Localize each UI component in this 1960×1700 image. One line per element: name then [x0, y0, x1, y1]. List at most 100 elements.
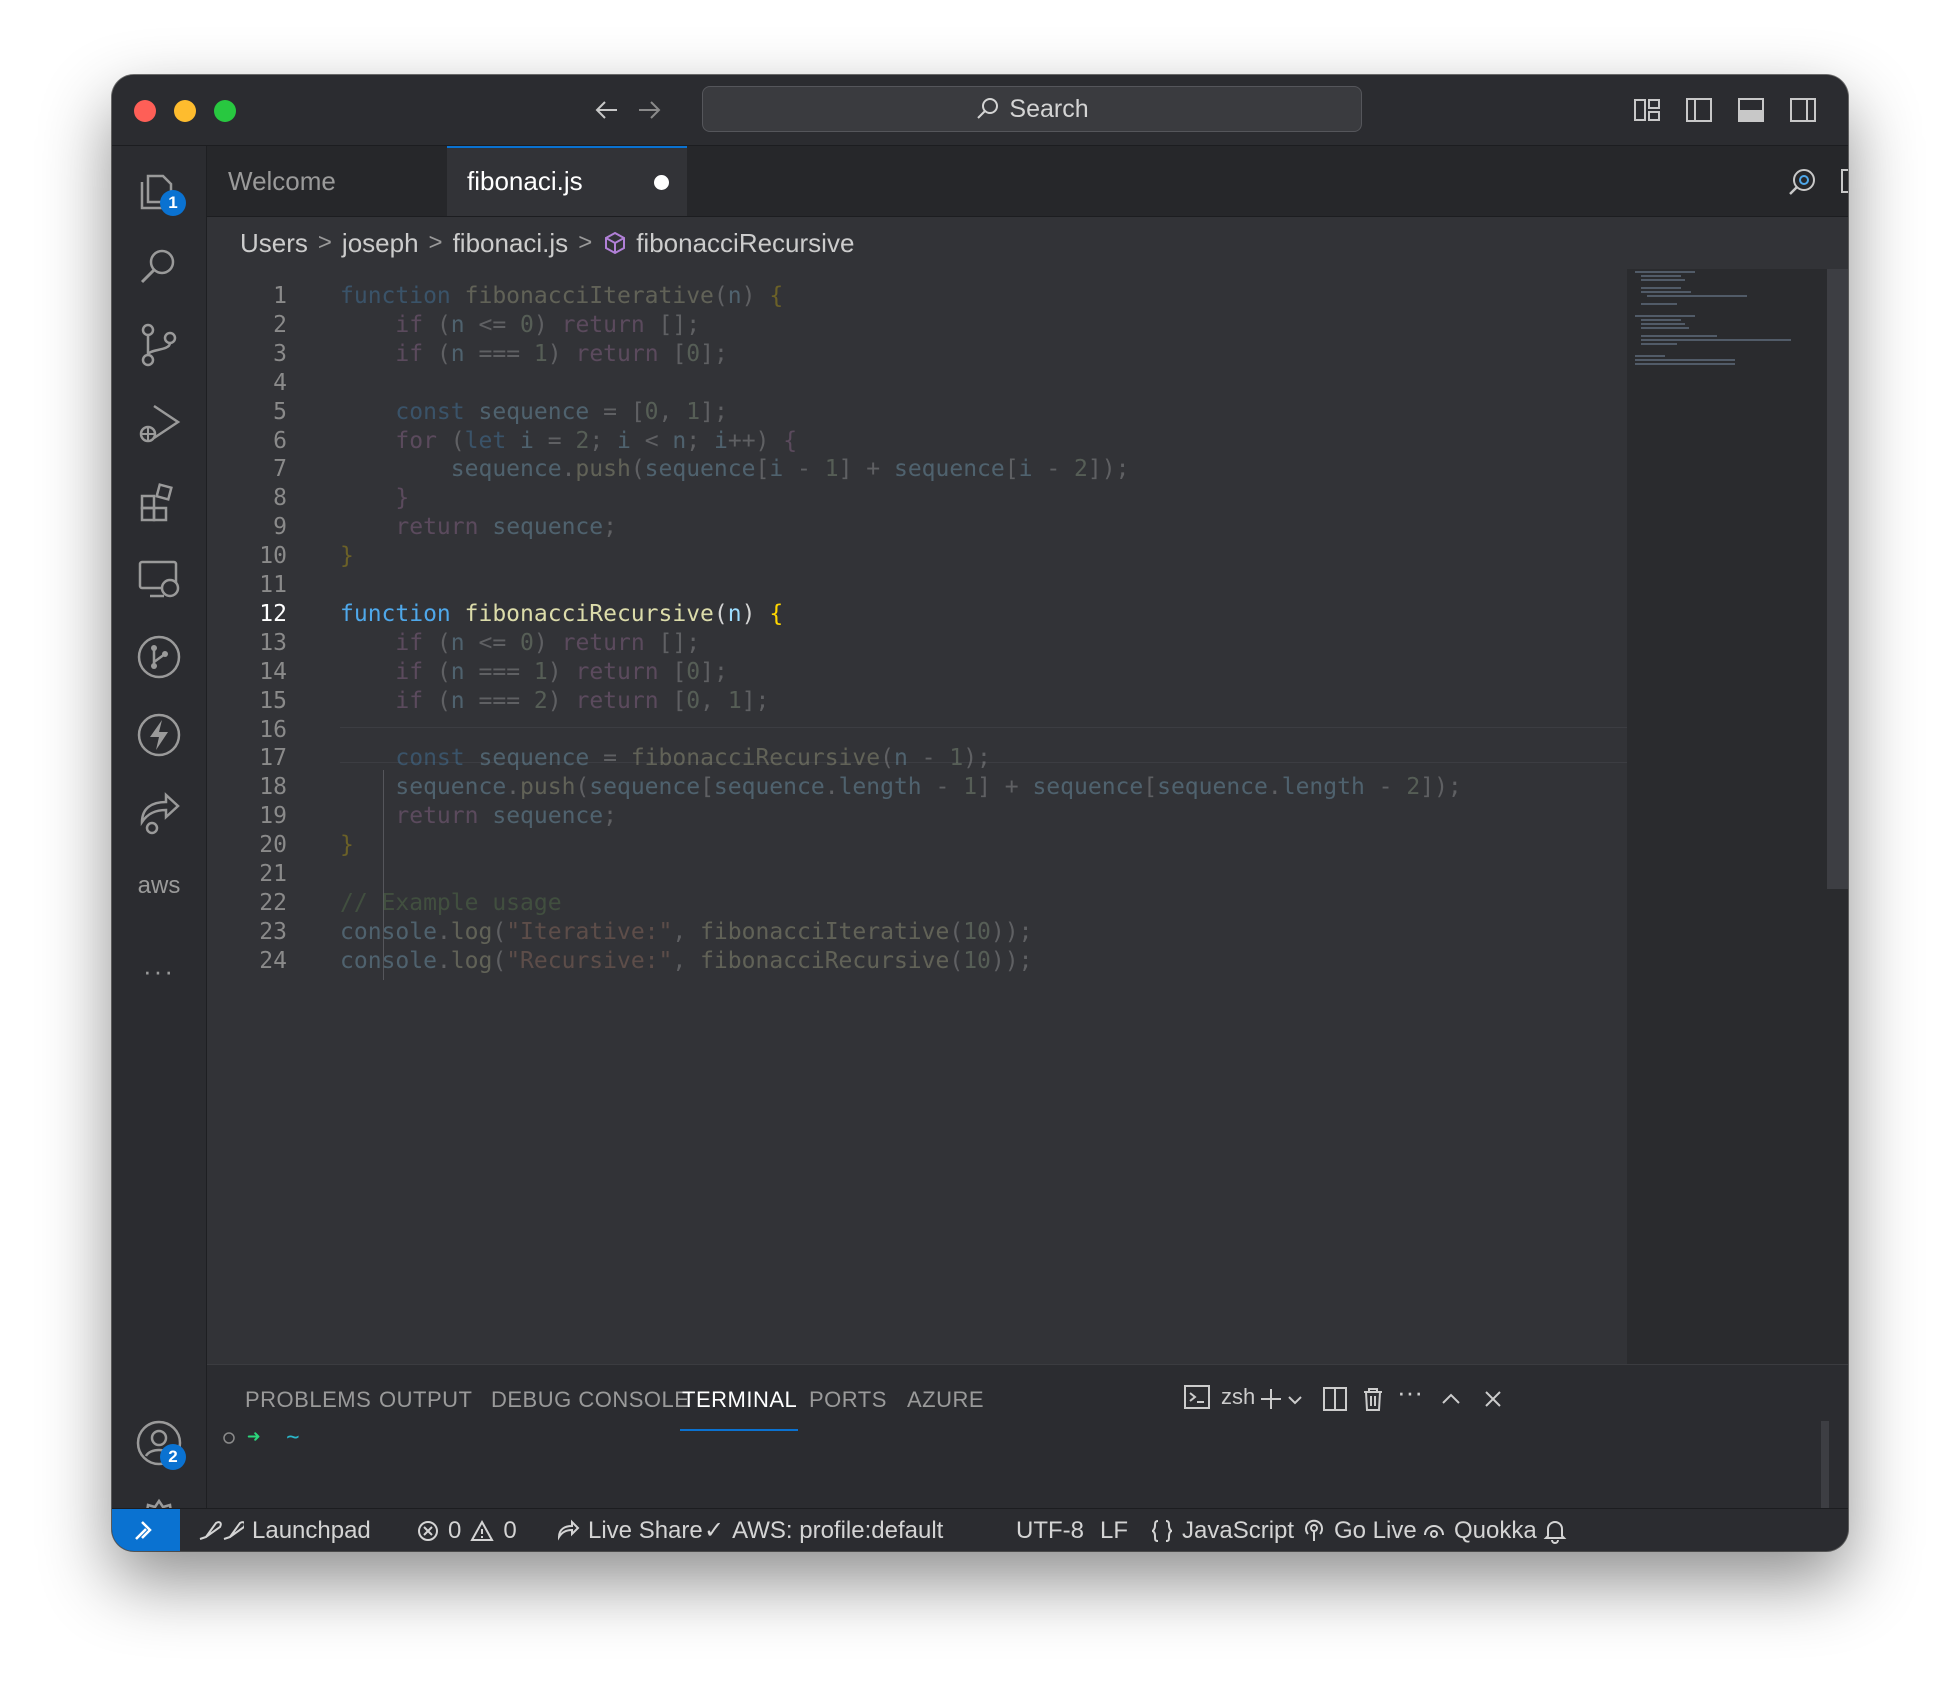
split-terminal-icon[interactable]	[1319, 1383, 1351, 1415]
editor-scrollbar[interactable]	[1827, 269, 1848, 1364]
code-line[interactable]: if (n === 2) return [0, 1];	[340, 683, 769, 719]
code-line[interactable]: return sequence;	[340, 509, 617, 545]
lightning-icon[interactable]	[134, 710, 184, 760]
remote-explorer-icon[interactable]	[134, 554, 184, 604]
customize-layout-icon[interactable]	[1632, 95, 1662, 125]
forward-arrow-icon[interactable]	[634, 95, 664, 125]
split-editor-icon[interactable]	[1839, 166, 1848, 201]
tab-azure[interactable]: AZURE	[907, 1387, 984, 1413]
code-line[interactable]: sequence.push(sequence[i - 1] + sequence…	[340, 451, 1130, 487]
code-token: .	[436, 918, 451, 945]
chevron-down-icon[interactable]	[1285, 1385, 1317, 1417]
go-live-item[interactable]: Go Live	[1302, 1509, 1417, 1551]
minimize-window-button[interactable]	[174, 100, 196, 122]
aws-label: aws	[137, 872, 181, 899]
tab-welcome[interactable]: Welcome	[207, 146, 447, 216]
extensions-icon[interactable]	[134, 476, 184, 526]
search-view-icon[interactable]	[134, 242, 184, 292]
code-token: =	[589, 745, 631, 772]
code-token: if	[395, 340, 424, 367]
code-line[interactable]: }	[340, 827, 354, 863]
code-token: push	[575, 456, 631, 483]
tab-fibonaci-js[interactable]: fibonaci.js	[447, 146, 687, 216]
tab-terminal[interactable]: TERMINAL	[682, 1387, 797, 1413]
explorer-icon[interactable]: 1	[134, 164, 186, 216]
code-token: (	[423, 629, 451, 656]
new-terminal-icon[interactable]	[1255, 1383, 1287, 1415]
more-actions-icon[interactable]: ···	[1397, 1377, 1429, 1409]
tab-debug-console[interactable]: DEBUG CONSOLE	[491, 1387, 689, 1413]
open-changes-icon[interactable]	[1787, 166, 1819, 203]
terminal-shell-selector[interactable]: zsh	[1183, 1383, 1255, 1411]
breadcrumb-item[interactable]: fibonaci.js	[453, 228, 569, 259]
code-line[interactable]: if (n === 1) return [0];	[340, 336, 727, 372]
live-share-status-item[interactable]: Live Share	[556, 1509, 703, 1551]
maximize-window-button[interactable]	[214, 100, 236, 122]
breadcrumb-item[interactable]: joseph	[342, 228, 419, 259]
code-token: "Recursive:"	[506, 947, 673, 974]
braces-icon	[1151, 1519, 1173, 1542]
close-panel-icon[interactable]	[1477, 1383, 1509, 1415]
code-token: [	[658, 687, 687, 714]
notifications-bell-icon[interactable]	[1542, 1509, 1568, 1551]
problems-status-item[interactable]: 0 0	[416, 1509, 517, 1551]
toggle-primary-sidebar-icon[interactable]	[1684, 95, 1714, 125]
minimap[interactable]	[1627, 269, 1827, 1364]
code-area[interactable]: function fibonacciIterative(n) { if (n <…	[340, 269, 1848, 1364]
maximize-panel-icon[interactable]	[1435, 1383, 1467, 1415]
code-token: sequence	[713, 774, 825, 801]
code-token: sequence	[395, 774, 507, 801]
breadcrumb-item[interactable]: fibonacciRecursive	[636, 228, 854, 259]
back-arrow-icon[interactable]	[592, 95, 622, 125]
code-token: 0	[686, 658, 701, 685]
quokka-item[interactable]: Quokka	[1422, 1509, 1537, 1551]
code-token: ;	[603, 514, 617, 541]
code-token: [	[1004, 456, 1019, 483]
code-line[interactable]: console.log("Recursive:", fibonacciRecur…	[340, 943, 1032, 979]
language-mode-item[interactable]: JavaScript	[1150, 1509, 1294, 1551]
tab-ports[interactable]: PORTS	[809, 1387, 887, 1413]
code-token: )	[533, 311, 562, 338]
toggle-panel-icon[interactable]	[1736, 95, 1766, 125]
terminal-scrollbar[interactable]	[1821, 1421, 1829, 1509]
remote-indicator[interactable]	[112, 1509, 180, 1551]
eol-item[interactable]: LF	[1100, 1509, 1128, 1551]
breadcrumb-item[interactable]: Users	[240, 228, 308, 259]
command-center-search[interactable]: Search	[702, 86, 1362, 132]
source-control-icon[interactable]	[134, 320, 184, 370]
unsaved-dot-icon[interactable]	[654, 175, 669, 190]
accounts-icon[interactable]: 2	[134, 1418, 186, 1470]
run-debug-icon[interactable]	[134, 398, 184, 448]
chevron-right-icon: >	[317, 229, 332, 256]
aws-icon[interactable]: aws	[134, 866, 184, 916]
tab-output[interactable]: OUTPUT	[379, 1387, 472, 1413]
close-window-button[interactable]	[134, 100, 156, 122]
code-token: ] +	[977, 774, 1033, 801]
code-token: let	[464, 427, 507, 454]
trash-icon[interactable]	[1357, 1383, 1389, 1415]
code-token: }	[340, 832, 354, 859]
git-graph-icon[interactable]	[134, 632, 184, 682]
code-token: );	[963, 745, 991, 772]
error-count: 0	[448, 1517, 462, 1544]
code-token: ;	[603, 803, 617, 830]
code-token: n	[893, 745, 908, 772]
encoding-item[interactable]: UTF-8	[1016, 1509, 1084, 1551]
launchpad-item[interactable]: Launchpad	[196, 1509, 371, 1551]
tab-problems[interactable]: PROBLEMS	[245, 1387, 371, 1413]
code-token: 0	[520, 311, 534, 338]
code-token: i	[520, 427, 534, 454]
aws-profile-item[interactable]: ✓ AWS: profile:default	[704, 1509, 943, 1551]
terminal-prompt[interactable]: ➜ ~	[221, 1425, 300, 1450]
live-share-icon[interactable]	[134, 788, 184, 838]
toggle-secondary-sidebar-icon[interactable]	[1788, 95, 1818, 125]
scrollbar-thumb[interactable]	[1827, 269, 1848, 889]
code-line[interactable]: return sequence;	[340, 798, 617, 834]
code-editor[interactable]: 1 2 3 4 5 6 7 8 9 10 11 12 13 14 15 16 17 18 19 20 21 22 23 24 …	[207, 269, 1848, 1364]
code-token: ];	[741, 687, 770, 714]
more-views-icon[interactable]: ···	[134, 946, 184, 996]
code-line[interactable]: }	[340, 538, 354, 574]
